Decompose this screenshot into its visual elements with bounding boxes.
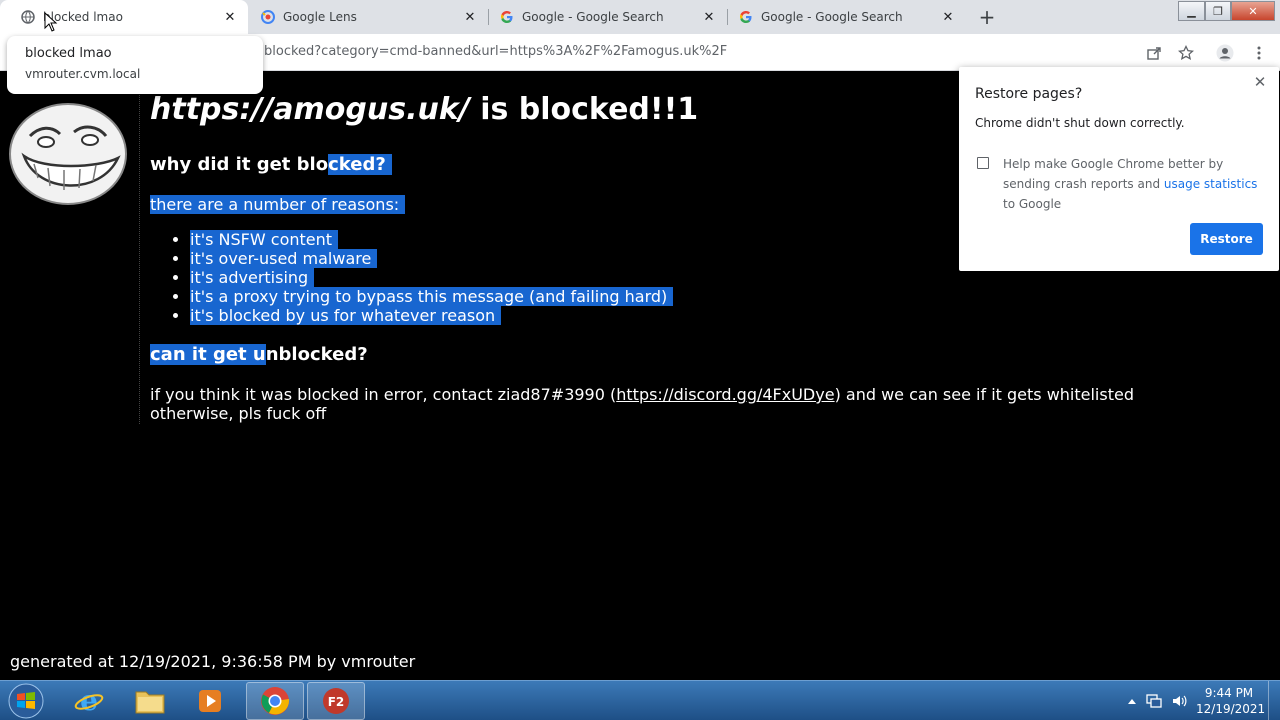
tab-title: Google - Google Search xyxy=(761,10,903,24)
close-window-button[interactable]: ✕ xyxy=(1231,1,1275,21)
list-item: it's NSFW content xyxy=(190,230,673,249)
restore-window-button[interactable]: ❐ xyxy=(1205,1,1231,21)
close-tab-icon[interactable]: ✕ xyxy=(462,9,478,25)
why-heading: why did it get blocked? xyxy=(150,154,392,175)
unblock-heading-text: nblocked? xyxy=(265,344,368,365)
tray-arrow-icon[interactable] xyxy=(1124,693,1140,709)
restore-pages-dialog: Restore pages? ✕ Chrome didn't shut down… xyxy=(959,67,1279,271)
usage-statistics-link[interactable]: usage statistics xyxy=(1164,177,1258,191)
svg-text:e: e xyxy=(80,686,98,716)
show-desktop-button[interactable] xyxy=(1268,681,1280,720)
media-player-icon[interactable] xyxy=(181,682,239,720)
why-heading-selected: cked? xyxy=(328,154,392,175)
tab-hover-card: blocked lmao vmrouter.cvm.local xyxy=(7,36,263,94)
page-title: https://amogus.uk/ is blocked!!1 xyxy=(150,92,698,127)
file-explorer-icon[interactable] xyxy=(121,682,179,720)
list-item: it's over-used malware xyxy=(190,249,673,268)
tab-blocked[interactable]: blocked lmao ✕ xyxy=(0,0,248,34)
help-text-end: to Google xyxy=(1003,197,1062,211)
close-tab-icon[interactable]: ✕ xyxy=(701,9,717,25)
restore-title: Restore pages? xyxy=(975,86,1083,102)
address-bar[interactable]: blocked?category=cmd-banned&url=https%3A… xyxy=(264,44,727,59)
svg-text:F2: F2 xyxy=(328,695,345,709)
google-icon xyxy=(738,9,754,25)
tab-google-lens[interactable]: Google Lens ✕ xyxy=(240,0,488,34)
new-tab-button[interactable]: + xyxy=(975,5,999,29)
list-item: it's blocked by us for whatever reason xyxy=(190,306,673,325)
tab-google-search-2[interactable]: Google - Google Search ✕ xyxy=(718,0,966,34)
windows-logo-icon xyxy=(8,683,44,719)
clock-time: 9:44 PM xyxy=(1204,686,1254,700)
contact-text: if you think it was blocked in error, co… xyxy=(150,385,617,404)
chrome-icon[interactable] xyxy=(246,682,304,720)
reason-text: it's NSFW content xyxy=(190,230,339,249)
tab-title: Google Lens xyxy=(283,10,357,24)
reason-text: it's a proxy trying to bypass this messa… xyxy=(190,287,674,306)
list-item: it's a proxy trying to bypass this messa… xyxy=(190,287,674,306)
reasons-intro-text: there are a number of reasons: xyxy=(150,195,406,214)
globe-icon xyxy=(20,9,36,25)
profile-icon[interactable] xyxy=(1214,42,1236,64)
clock-date: 12/19/2021 xyxy=(1196,702,1266,716)
crash-report-checkbox[interactable] xyxy=(977,157,989,169)
bookmark-star-icon[interactable] xyxy=(1175,42,1197,64)
blocked-url: https://amogus.uk/ xyxy=(150,92,470,127)
contact-line-2: otherwise, pls fuck off xyxy=(150,404,327,423)
generated-footer: generated at 12/19/2021, 9:36:58 PM by v… xyxy=(10,652,416,671)
reasons-list: it's NSFW content it's over-used malware… xyxy=(190,230,674,325)
discord-link[interactable]: https://discord.gg/4FxUDye xyxy=(616,385,834,404)
network-icon[interactable] xyxy=(1146,693,1162,709)
mouse-cursor-icon xyxy=(44,12,58,32)
restore-button[interactable]: Restore xyxy=(1190,223,1263,255)
tab-title: Google - Google Search xyxy=(522,10,664,24)
close-tab-icon[interactable]: ✕ xyxy=(222,9,238,25)
restore-message: Chrome didn't shut down correctly. xyxy=(975,116,1185,130)
hover-card-title: blocked lmao xyxy=(25,46,112,61)
menu-kebab-icon[interactable] xyxy=(1248,42,1270,64)
system-clock[interactable]: 9:44 PM 12/19/2021 xyxy=(1196,685,1266,717)
f2-app-icon[interactable]: F2 xyxy=(307,682,365,720)
tab-strip: blocked lmao ✕ Google Lens ✕ Google - Go… xyxy=(0,0,1280,34)
volume-icon[interactable] xyxy=(1171,693,1187,709)
close-tab-icon[interactable]: ✕ xyxy=(940,9,956,25)
unblock-heading: can it get unblocked? xyxy=(150,344,368,365)
google-icon xyxy=(499,9,515,25)
contact-paragraph: if you think it was blocked in error, co… xyxy=(150,385,1230,423)
reasons-intro: there are a number of reasons: xyxy=(150,195,406,214)
unblock-heading-selected: can it get u xyxy=(150,344,266,365)
share-icon[interactable] xyxy=(1143,42,1165,64)
reason-text: it's over-used malware xyxy=(190,249,378,268)
reason-text: it's blocked by us for whatever reason xyxy=(190,306,502,325)
close-icon[interactable]: ✕ xyxy=(1251,73,1269,91)
start-button[interactable] xyxy=(3,681,49,720)
blocked-suffix: is blocked!!1 xyxy=(469,92,699,127)
minimize-button[interactable]: ▁ xyxy=(1178,1,1205,21)
google-lens-icon xyxy=(260,9,276,25)
hover-card-url: vmrouter.cvm.local xyxy=(25,67,141,81)
tab-google-search-1[interactable]: Google - Google Search ✕ xyxy=(479,0,727,34)
windows-taskbar: e F2 9:44 PM 12/19/2021 xyxy=(0,680,1280,720)
crash-report-label: Help make Google Chrome better by sendin… xyxy=(1003,154,1263,214)
reason-text: it's advertising xyxy=(190,268,315,287)
list-item: it's advertising xyxy=(190,268,673,287)
tab-title: blocked lmao xyxy=(43,10,123,24)
trollface-image xyxy=(9,103,127,205)
internet-explorer-icon[interactable]: e xyxy=(60,682,118,720)
why-heading-text: why did it get blo xyxy=(150,154,329,175)
contact-text-end: ) and we can see if it gets whitelisted xyxy=(834,385,1134,404)
